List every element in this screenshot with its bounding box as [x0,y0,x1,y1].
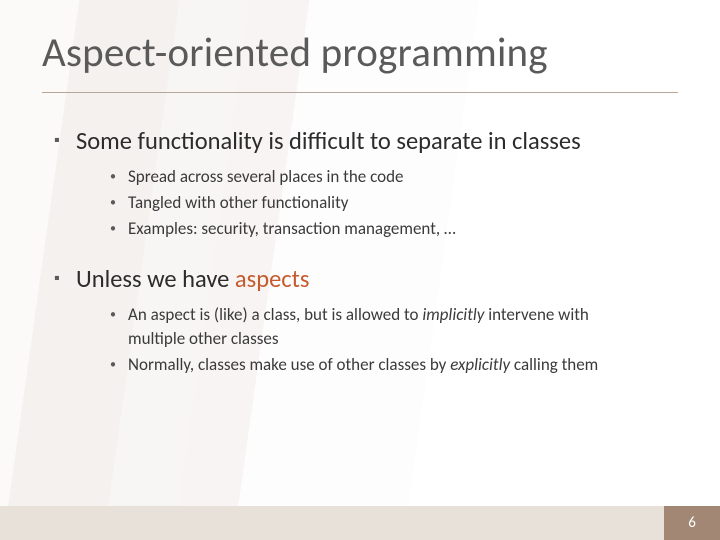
bullet-level2: • Tangled with other functionality [110,191,666,215]
sub-bullet-text: Spread across several places in the code [128,165,404,189]
slide-title: Aspect-oriented programming [42,28,548,78]
bullet-level2: • Normally, classes make use of other cl… [110,353,666,377]
bullet-level1: ▪ Unless we have aspects [54,263,666,295]
dot-bullet-icon: • [110,217,128,241]
dot-bullet-icon: • [110,165,128,189]
accent-word: aspects [235,264,310,294]
bullet-text: Some functionality is difficult to separ… [76,125,581,157]
dot-bullet-icon: • [110,191,128,215]
bullet-level1: ▪ Some functionality is difficult to sep… [54,125,666,157]
bullet-level2: • Spread across several places in the co… [110,165,666,189]
slide: Aspect-oriented programming ▪ Some funct… [0,0,720,540]
bullet-level2: • An aspect is (like) a class, but is al… [110,303,666,351]
dot-bullet-icon: • [110,303,128,351]
text-run: An aspect is (like) a class, but is allo… [128,304,422,325]
square-bullet-icon: ▪ [54,125,76,157]
italic-run: explicitly [450,354,510,375]
page-number: 6 [664,506,720,540]
bullet-level2: • Examples: security, transaction manage… [110,217,666,241]
sub-bullet-group: • Spread across several places in the co… [110,165,666,241]
sub-bullet-group: • An aspect is (like) a class, but is al… [110,303,666,377]
title-underline [42,92,678,93]
dot-bullet-icon: • [110,353,128,377]
sub-bullet-text: Tangled with other functionality [128,191,348,215]
slide-content: ▪ Some functionality is difficult to sep… [54,125,666,399]
sub-bullet-text: Normally, classes make use of other clas… [128,353,598,377]
square-bullet-icon: ▪ [54,263,76,295]
bullet-text: Unless we have aspects [76,263,309,295]
text-run: Normally, classes make use of other clas… [128,354,450,375]
sub-bullet-text: An aspect is (like) a class, but is allo… [128,303,608,351]
text-run: Unless we have [76,264,235,294]
sub-bullet-text: Examples: security, transaction manageme… [128,217,456,241]
text-run: calling them [510,354,598,375]
italic-run: implicitly [422,304,484,325]
footer-bar [0,506,720,540]
